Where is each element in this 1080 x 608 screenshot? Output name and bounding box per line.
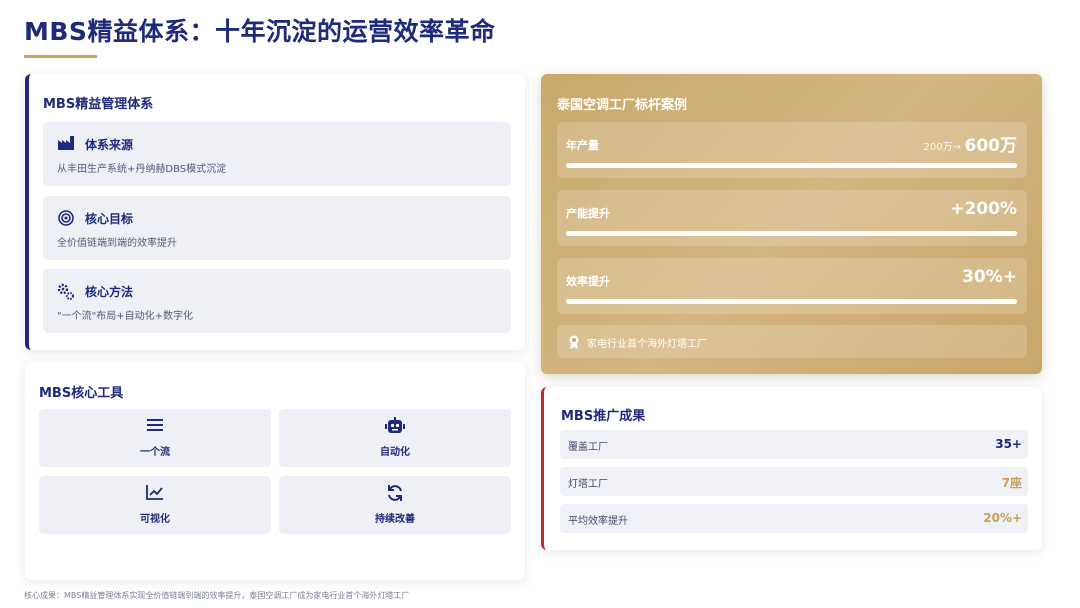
chart-line-icon (39, 484, 271, 502)
gears-icon (57, 283, 75, 300)
result-label: 覆盖工厂 (568, 442, 608, 453)
tool-automation: 自动化 (279, 409, 511, 467)
tool-label: 可视化 (140, 514, 170, 525)
factory-icon (57, 136, 75, 152)
metric-value: 30%+ (962, 267, 1017, 287)
tool-label: 一个流 (140, 447, 170, 458)
metric-label: 产能提升 (566, 207, 610, 220)
case-study-card: 泰国空调工厂标杆案例 年产量 200万→ 600万 产能提升 +200% 效率提… (541, 74, 1042, 374)
result-row: 覆盖工厂 35+ (560, 430, 1028, 459)
metric-progress-bar (566, 231, 1017, 236)
system-item-label: 核心目标 (85, 212, 134, 226)
case-note: 家电行业首个海外灯塔工厂 (557, 325, 1027, 358)
mbs-system-heading: MBS精益管理体系 (43, 97, 154, 112)
mbs-tools-heading: MBS核心工具 (39, 386, 124, 401)
result-row: 平均效率提升 20%+ (560, 504, 1028, 533)
metric-value: 600万 (964, 136, 1018, 156)
result-value: 20%+ (983, 511, 1022, 525)
system-item-desc: 全价值链端到端的效率提升 (57, 238, 177, 249)
case-study-heading: 泰国空调工厂标杆案例 (557, 98, 688, 113)
tool-one-piece-flow: 一个流 (39, 409, 271, 467)
system-item-method: 核心方法 "一个流"布局+自动化+数字化 (43, 269, 511, 333)
metric-progress-bar (566, 299, 1017, 304)
metric-label: 效率提升 (566, 275, 610, 288)
mbs-tools-card: MBS核心工具 一个流 自动化 可视化 持续改善 (25, 362, 525, 580)
system-item-desc: 从丰田生产系统+丹纳赫DBS模式沉淀 (57, 164, 227, 175)
title-underline (24, 55, 97, 58)
system-item-label: 体系来源 (85, 138, 134, 152)
tool-continuous-improvement: 持续改善 (279, 476, 511, 534)
robot-icon (279, 417, 511, 435)
metric-progress-bar (566, 163, 1017, 168)
result-label: 平均效率提升 (568, 516, 628, 527)
award-icon (568, 334, 580, 349)
footer-note: 核心成果：MBS精益管理体系实现全价值链端到端的效率提升，泰国空调工厂成为家电行… (24, 591, 410, 600)
target-icon (57, 210, 75, 226)
list-icon (39, 417, 271, 435)
mbs-results-card: MBS推广成果 覆盖工厂 35+ 灯塔工厂 7座 平均效率提升 20%+ (541, 387, 1042, 550)
metric-annual-output: 年产量 200万→ 600万 (557, 122, 1027, 178)
system-item-source: 体系来源 从丰田生产系统+丹纳赫DBS模式沉淀 (43, 122, 511, 186)
page-title: MBS精益体系：十年沉淀的运营效率革命 (24, 17, 496, 46)
metric-efficiency-increase: 效率提升 30%+ (557, 258, 1027, 314)
tool-label: 持续改善 (375, 514, 415, 525)
result-row: 灯塔工厂 7座 (560, 467, 1028, 496)
case-note-text: 家电行业首个海外灯塔工厂 (587, 339, 707, 350)
system-item-desc: "一个流"布局+自动化+数字化 (57, 311, 193, 322)
metric-capacity-increase: 产能提升 +200% (557, 190, 1027, 246)
refresh-icon (279, 484, 511, 502)
metric-prefix: 200万→ (923, 142, 961, 153)
tool-visualization: 可视化 (39, 476, 271, 534)
metric-label: 年产量 (566, 139, 599, 152)
tool-label: 自动化 (380, 447, 410, 458)
result-value: 35+ (995, 437, 1022, 451)
mbs-results-heading: MBS推广成果 (561, 409, 646, 424)
system-item-label: 核心方法 (85, 285, 134, 299)
system-item-goal: 核心目标 全价值链端到端的效率提升 (43, 196, 511, 260)
metric-value: +200% (950, 199, 1017, 219)
result-value: 7座 (1001, 476, 1022, 490)
mbs-system-card: MBS精益管理体系 体系来源 从丰田生产系统+丹纳赫DBS模式沉淀 核心目标 全… (25, 74, 525, 350)
result-label: 灯塔工厂 (568, 479, 608, 490)
